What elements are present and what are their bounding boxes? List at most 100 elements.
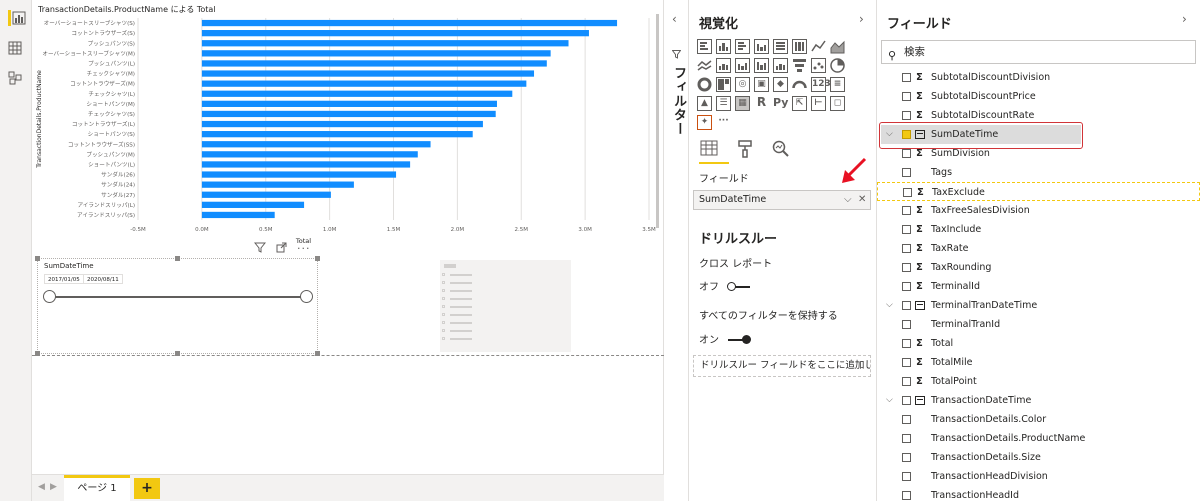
card-icon[interactable]: 123 xyxy=(811,77,831,92)
field-checkbox[interactable] xyxy=(902,111,911,120)
field-checkbox[interactable] xyxy=(902,282,911,291)
chevron-down-icon[interactable]: ⌵ xyxy=(886,391,893,410)
field-checkbox[interactable] xyxy=(902,244,911,253)
bar[interactable] xyxy=(201,211,275,219)
line-and-clustered-column-chart-icon[interactable] xyxy=(735,58,750,73)
chevron-down-icon[interactable]: ⌵ xyxy=(844,191,852,209)
field-checkbox[interactable] xyxy=(902,320,911,329)
field-item-taxinclude[interactable]: Σ TaxInclude xyxy=(877,220,1200,239)
cross-report-toggle[interactable]: オフ xyxy=(699,278,751,293)
100-stacked-column-chart-icon[interactable] xyxy=(792,39,807,54)
map-icon[interactable]: ◎ xyxy=(735,77,750,92)
data-view-icon[interactable] xyxy=(8,40,24,56)
field-item-totalmile[interactable]: Σ TotalMile xyxy=(877,353,1200,372)
bar[interactable] xyxy=(201,50,551,57)
chevron-right-icon[interactable]: › xyxy=(859,12,864,26)
100-stacked-bar-chart-icon[interactable] xyxy=(773,39,788,54)
funnel-chart-icon[interactable] xyxy=(792,58,807,73)
donut-chart-icon[interactable] xyxy=(697,77,712,92)
keep-filters-toggle[interactable]: オン xyxy=(699,331,752,346)
bar[interactable] xyxy=(201,40,569,47)
bar[interactable] xyxy=(201,70,535,77)
bar[interactable] xyxy=(201,60,547,67)
field-checkbox[interactable] xyxy=(902,92,911,101)
drillthrough-drop-zone[interactable]: ドリルスルー フィールドをここに追加します xyxy=(693,355,871,377)
field-item-transactiondetails-size[interactable]: TransactionDetails.Size xyxy=(877,448,1200,467)
bar[interactable] xyxy=(201,131,473,138)
gauge-icon[interactable] xyxy=(792,77,807,92)
field-item-transactionheadid[interactable]: TransactionHeadId xyxy=(877,486,1200,501)
field-item-transactiondatetime[interactable]: ⌵ TransactionDateTime xyxy=(877,391,1200,410)
field-item-terminalid[interactable]: Σ TerminalId xyxy=(877,277,1200,296)
field-item-tags[interactable]: Tags xyxy=(877,163,1200,182)
bar[interactable] xyxy=(201,201,305,208)
multi-row-card-icon[interactable]: ≡ xyxy=(830,77,845,92)
prev-page-icon[interactable]: ◀ xyxy=(38,482,45,492)
page-tab[interactable]: ページ 1 xyxy=(64,475,130,501)
format-paint-roller-icon[interactable] xyxy=(735,140,755,160)
filter-icon[interactable] xyxy=(253,242,267,256)
r-visual-icon[interactable]: R xyxy=(754,96,769,111)
field-checkbox[interactable] xyxy=(902,149,911,158)
bar[interactable] xyxy=(201,110,496,118)
clustered-column-chart-icon[interactable] xyxy=(754,39,769,54)
line-and-stacked-column-chart-icon[interactable] xyxy=(716,58,731,73)
field-checkbox[interactable] xyxy=(902,263,911,272)
field-item-taxrate[interactable]: Σ TaxRate xyxy=(877,239,1200,258)
bar-chart[interactable]: -0.5M 0.0M 0.5M 1.0M 1.5M 2.0M 2.5M 3.0M 3.5M オーバ… xyxy=(32,14,656,254)
field-checkbox[interactable] xyxy=(902,396,911,405)
filled-map-icon[interactable]: ▣ xyxy=(754,77,769,92)
field-checkbox[interactable] xyxy=(902,377,911,386)
field-item-subtotaldiscountdivision[interactable]: Σ SubtotalDiscountDivision xyxy=(877,68,1200,87)
bar[interactable] xyxy=(201,151,418,158)
bar[interactable] xyxy=(201,120,483,128)
bar[interactable] xyxy=(201,181,354,188)
resize-handle[interactable] xyxy=(35,256,40,261)
custom-visual-icon[interactable]: ✦ xyxy=(697,115,712,130)
search-input[interactable]: ⚲ 検索 xyxy=(881,40,1196,64)
field-checkbox[interactable] xyxy=(902,225,911,234)
field-item-total[interactable]: Σ Total xyxy=(877,334,1200,353)
focus-mode-icon[interactable] xyxy=(276,242,287,256)
clustered-bar-chart-icon[interactable] xyxy=(735,39,750,54)
field-checkbox[interactable] xyxy=(902,339,911,348)
bar[interactable] xyxy=(201,191,331,198)
bar[interactable] xyxy=(201,100,497,107)
field-checkbox[interactable] xyxy=(902,73,911,82)
python-visual-icon[interactable]: Py xyxy=(773,96,788,111)
chevron-down-icon[interactable]: ⌵ xyxy=(886,296,893,315)
stacked-column-chart-icon[interactable] xyxy=(716,39,731,54)
field-well-item[interactable]: SumDateTime ⌵ ✕ xyxy=(693,190,871,210)
stacked-area-chart-icon[interactable] xyxy=(697,58,712,73)
chart-scrollbar[interactable] xyxy=(656,14,659,228)
remove-field-icon[interactable]: ✕ xyxy=(858,191,866,209)
bar[interactable] xyxy=(201,19,618,27)
field-checkbox[interactable] xyxy=(902,168,911,177)
kpi-icon[interactable]: ▲ xyxy=(697,96,712,111)
treemap-icon[interactable] xyxy=(716,77,731,92)
slicer-track[interactable] xyxy=(50,296,307,298)
model-view-icon[interactable] xyxy=(8,70,24,86)
field-item-terminaltranid[interactable]: TerminalTranId xyxy=(877,315,1200,334)
bar[interactable] xyxy=(201,141,431,148)
ribbon-chart-icon[interactable] xyxy=(754,58,769,73)
slicer-start-knob[interactable] xyxy=(43,290,56,303)
field-checkbox[interactable] xyxy=(902,301,911,310)
field-checkbox[interactable] xyxy=(902,472,911,481)
pie-chart-icon[interactable] xyxy=(830,58,845,73)
field-checkbox[interactable] xyxy=(903,188,912,197)
more-visuals-icon[interactable]: ··· xyxy=(716,115,731,130)
more-options-icon[interactable]: ··· xyxy=(297,242,311,256)
empty-visual-placeholder[interactable] xyxy=(440,260,571,352)
bar[interactable] xyxy=(201,90,513,97)
field-checkbox[interactable] xyxy=(902,434,911,443)
field-item-taxfreesalesdivision[interactable]: Σ TaxFreeSalesDivision xyxy=(877,201,1200,220)
report-canvas[interactable]: TransactionDetails.ProductName による Total… xyxy=(32,0,664,474)
field-item-transactionheaddivision[interactable]: TransactionHeadDivision xyxy=(877,467,1200,486)
field-checkbox[interactable] xyxy=(902,358,911,367)
field-item-subtotaldiscountprice[interactable]: Σ SubtotalDiscountPrice xyxy=(877,87,1200,106)
field-checkbox[interactable] xyxy=(902,206,911,215)
bar[interactable] xyxy=(201,161,411,168)
field-item-terminaltrandatetime[interactable]: ⌵ TerminalTranDateTime xyxy=(877,296,1200,315)
slicer-end-knob[interactable] xyxy=(300,290,313,303)
